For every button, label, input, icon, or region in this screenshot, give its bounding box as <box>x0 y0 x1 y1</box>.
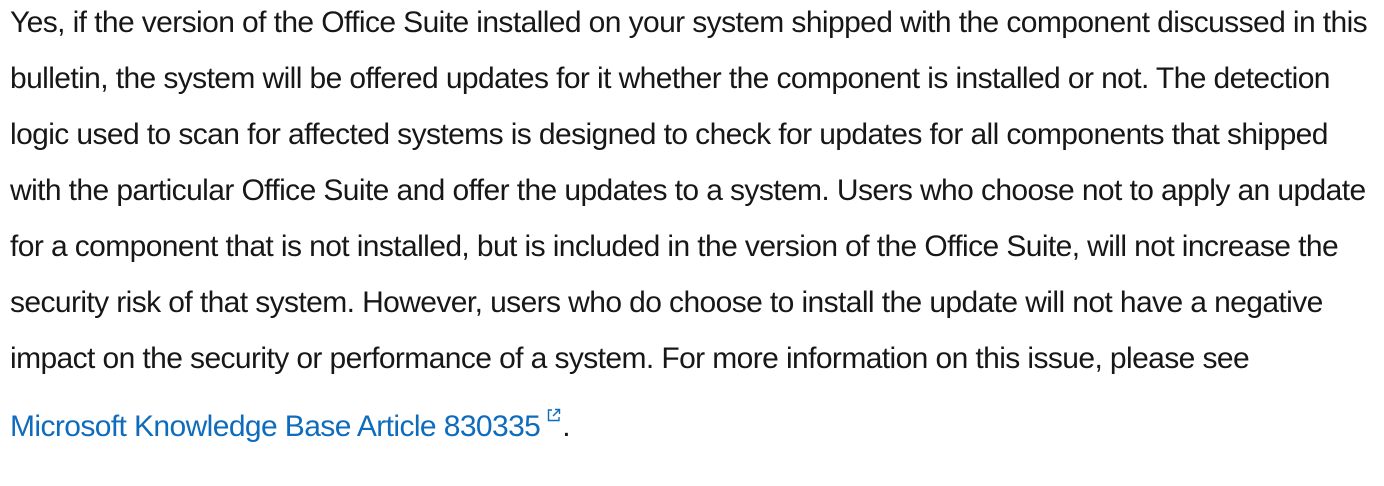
paragraph-text: Yes, if the version of the Office Suite … <box>10 6 1368 375</box>
trailing-period: . <box>562 410 571 443</box>
faq-answer-paragraph: Yes, if the version of the Office Suite … <box>10 0 1370 455</box>
kb-article-link-label[interactable]: Microsoft Knowledge Base Article 830335 <box>10 410 541 443</box>
kb-article-link[interactable]: Microsoft Knowledge Base Article 830335 <box>10 408 562 443</box>
external-link-icon <box>545 387 562 422</box>
article-body: Yes, if the version of the Office Suite … <box>0 0 1384 455</box>
